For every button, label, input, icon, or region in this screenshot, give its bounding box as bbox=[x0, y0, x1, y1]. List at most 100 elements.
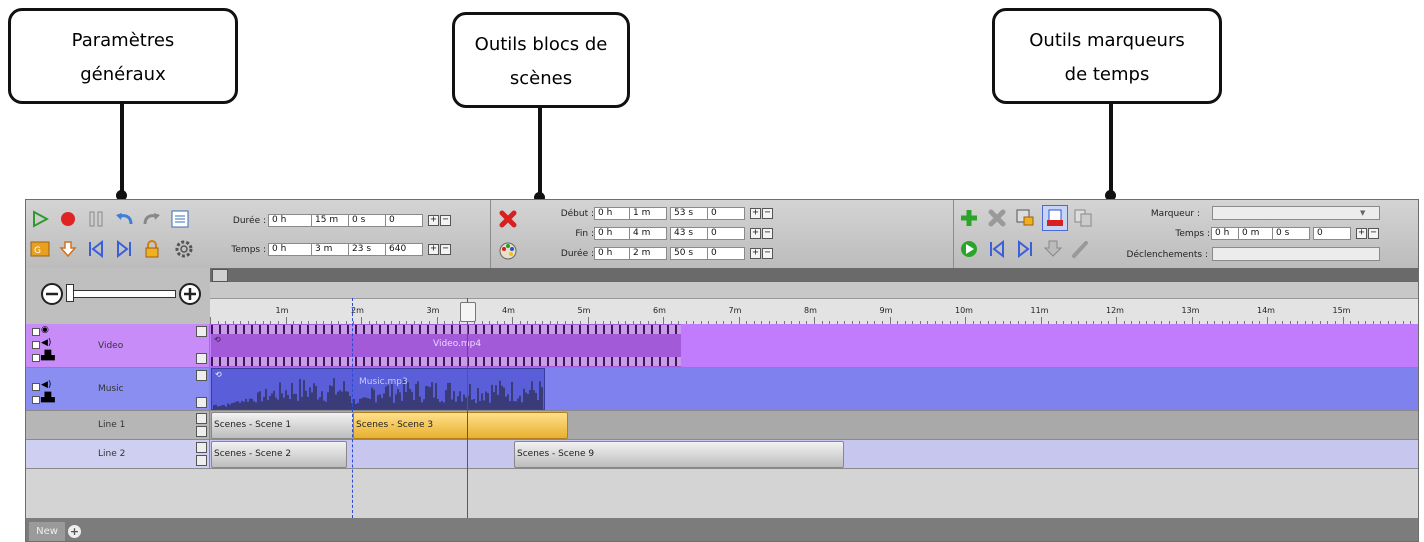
add-tab-icon[interactable]: + bbox=[68, 525, 81, 538]
time-ruler[interactable]: 1m 2m 3m 4m 5m 6m 7m 8m 9m 10m 11m 12m 13m 14m 15m bbox=[210, 268, 1418, 325]
marker-temps-seconds-field[interactable]: 0 s bbox=[1272, 227, 1310, 240]
scene-duree-increment-button[interactable]: + bbox=[750, 248, 761, 259]
redo-icon[interactable] bbox=[141, 208, 163, 230]
duree-hours-field[interactable]: 0 h bbox=[268, 214, 314, 227]
temps-decrement-button[interactable]: − bbox=[440, 244, 451, 255]
scene-duree-frames-field[interactable]: 0 bbox=[707, 247, 745, 260]
debut-frames-field[interactable]: 0 bbox=[707, 207, 745, 220]
marker-temps-increment-button[interactable]: + bbox=[1356, 228, 1367, 239]
undo-icon[interactable] bbox=[113, 208, 135, 230]
temps-minutes-field[interactable]: 3 m bbox=[311, 243, 349, 256]
scene-clip[interactable]: Scenes - Scene 2 bbox=[211, 441, 347, 468]
marker-down-icon[interactable] bbox=[1042, 238, 1064, 260]
collapse-button[interactable] bbox=[196, 326, 207, 337]
temps-seconds-field[interactable]: 23 s bbox=[348, 243, 386, 256]
fin-decrement-button[interactable]: − bbox=[762, 228, 773, 239]
expand-button[interactable] bbox=[196, 397, 207, 408]
debut-decrement-button[interactable]: − bbox=[762, 208, 773, 219]
scene-clip[interactable]: Scenes - Scene 9 bbox=[514, 441, 844, 468]
lock-icon[interactable] bbox=[141, 238, 163, 260]
pen-icon[interactable] bbox=[1070, 238, 1092, 260]
play-icon[interactable] bbox=[29, 208, 51, 230]
temps-label: Temps : bbox=[231, 245, 266, 255]
scene-duree-seconds-field[interactable]: 50 s bbox=[670, 247, 708, 260]
pause-icon[interactable] bbox=[85, 208, 107, 230]
fin-minutes-field[interactable]: 4 m bbox=[629, 227, 667, 240]
ruler-tick-label: 5m bbox=[577, 306, 591, 315]
trigger-play-icon[interactable] bbox=[958, 238, 980, 260]
temps-hours-field[interactable]: 0 h bbox=[268, 243, 314, 256]
collapse-button[interactable] bbox=[196, 370, 207, 381]
tab-new[interactable]: New bbox=[29, 522, 65, 541]
expand-button[interactable] bbox=[196, 353, 207, 364]
duree-minutes-field[interactable]: 15 m bbox=[311, 214, 349, 227]
visibility-checkbox[interactable] bbox=[32, 328, 40, 336]
declenchements-field[interactable] bbox=[1212, 247, 1380, 261]
debut-minutes-field[interactable]: 1 m bbox=[629, 207, 667, 220]
levels-icon: ▟▙ bbox=[41, 351, 55, 361]
marker-copy-icon[interactable] bbox=[1072, 207, 1094, 229]
selection-marker[interactable] bbox=[352, 298, 353, 518]
collapse-button[interactable] bbox=[196, 413, 207, 424]
marqueur-select[interactable] bbox=[1212, 206, 1380, 220]
temps-increment-button[interactable]: + bbox=[428, 244, 439, 255]
fin-seconds-field[interactable]: 43 s bbox=[670, 227, 708, 240]
add-marker-icon[interactable] bbox=[958, 207, 980, 229]
duree-decrement-button[interactable]: − bbox=[440, 215, 451, 226]
debut-seconds-field[interactable]: 53 s bbox=[670, 207, 708, 220]
scrollbar-thumb[interactable] bbox=[212, 269, 228, 282]
download-icon[interactable] bbox=[57, 238, 79, 260]
music-clip[interactable]: ⟲ Music.mp3 bbox=[211, 368, 545, 410]
palette-icon[interactable] bbox=[497, 240, 519, 262]
callout-line: Outils marqueurs bbox=[1029, 30, 1185, 51]
scene-duree-hours-field[interactable]: 0 h bbox=[594, 247, 632, 260]
horizontal-scrollbar[interactable] bbox=[210, 268, 1418, 282]
temps-frames-field[interactable]: 640 bbox=[385, 243, 423, 256]
expand-button[interactable] bbox=[196, 426, 207, 437]
scene-duree-decrement-button[interactable]: − bbox=[762, 248, 773, 259]
record-icon[interactable] bbox=[57, 208, 79, 230]
callout-line: Outils blocs de bbox=[474, 34, 608, 55]
zoom-out-icon[interactable] bbox=[40, 282, 64, 310]
debut-increment-button[interactable]: + bbox=[750, 208, 761, 219]
playhead-line[interactable] bbox=[467, 298, 468, 518]
scene-duree-minutes-field[interactable]: 2 m bbox=[629, 247, 667, 260]
levels-checkbox[interactable] bbox=[32, 354, 40, 362]
marker-mode-icon[interactable] bbox=[1042, 205, 1068, 231]
list-icon[interactable] bbox=[169, 208, 191, 230]
scene-clip[interactable]: Scenes - Scene 1 bbox=[211, 412, 354, 439]
duree-frames-field[interactable]: 0 bbox=[385, 214, 423, 227]
skip-end-icon[interactable] bbox=[113, 238, 135, 260]
delete-scene-icon[interactable] bbox=[497, 208, 519, 230]
collapse-button[interactable] bbox=[196, 442, 207, 453]
zoom-in-icon[interactable] bbox=[178, 282, 202, 310]
duree-increment-button[interactable]: + bbox=[428, 215, 439, 226]
previous-marker-icon[interactable] bbox=[986, 238, 1008, 260]
expand-button[interactable] bbox=[196, 455, 207, 466]
delete-marker-icon[interactable] bbox=[986, 207, 1008, 229]
ruler-tick-label: 10m bbox=[955, 306, 973, 315]
fin-frames-field[interactable]: 0 bbox=[707, 227, 745, 240]
marker-temps-decrement-button[interactable]: − bbox=[1368, 228, 1379, 239]
zoom-slider-handle[interactable] bbox=[66, 284, 74, 302]
marker-temps-frames-field[interactable]: 0 bbox=[1313, 227, 1351, 240]
levels-icon: ▟▙ bbox=[41, 393, 55, 403]
fin-hours-field[interactable]: 0 h bbox=[594, 227, 632, 240]
duree-seconds-field[interactable]: 0 s bbox=[348, 214, 386, 227]
marker-lock-icon[interactable] bbox=[1014, 207, 1036, 229]
debut-hours-field[interactable]: 0 h bbox=[594, 207, 632, 220]
audio-checkbox[interactable] bbox=[32, 383, 40, 391]
scene-clip-selected[interactable]: Scenes - Scene 3 bbox=[353, 412, 568, 439]
levels-checkbox[interactable] bbox=[32, 396, 40, 404]
ruler-scale[interactable]: 1m 2m 3m 4m 5m 6m 7m 8m 9m 10m 11m 12m 13m 14m 15m bbox=[210, 298, 1418, 325]
script-icon[interactable]: G bbox=[29, 238, 51, 260]
marker-temps-minutes-field[interactable]: 0 m bbox=[1238, 227, 1276, 240]
audio-checkbox[interactable] bbox=[32, 341, 40, 349]
playhead-handle[interactable] bbox=[460, 302, 476, 322]
video-clip[interactable]: ⟲ Video.mp4 bbox=[211, 324, 681, 367]
zoom-slider[interactable] bbox=[66, 290, 176, 298]
settings-gear-icon[interactable] bbox=[173, 238, 195, 260]
skip-start-icon[interactable] bbox=[85, 238, 107, 260]
fin-increment-button[interactable]: + bbox=[750, 228, 761, 239]
next-marker-icon[interactable] bbox=[1014, 238, 1036, 260]
